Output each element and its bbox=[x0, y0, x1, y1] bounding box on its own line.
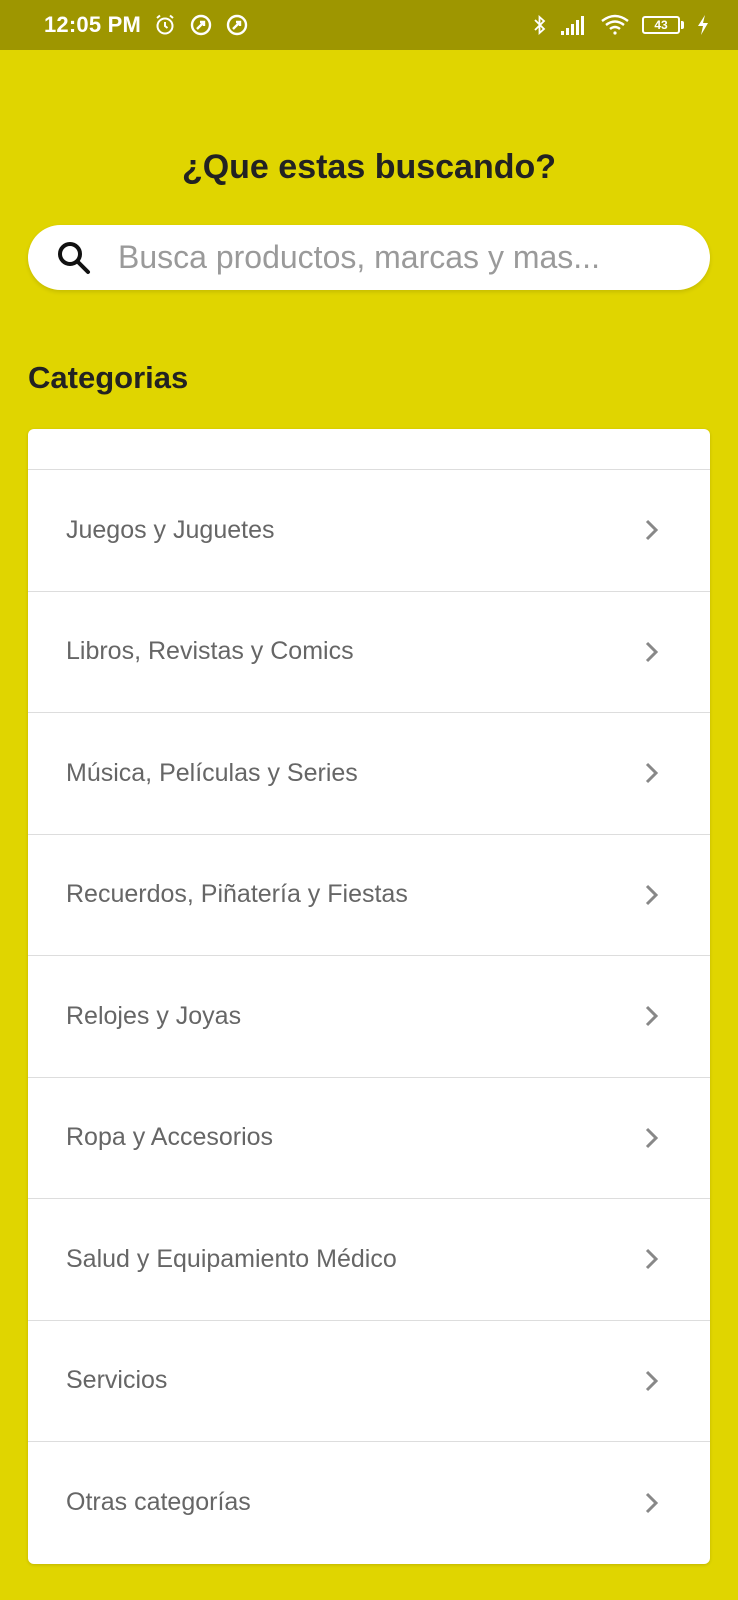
chevron-right-icon bbox=[644, 640, 660, 664]
search-icon[interactable] bbox=[54, 238, 94, 278]
status-right: 43 bbox=[532, 13, 710, 37]
category-item-salud-equipamiento-medico[interactable]: Salud y Equipamiento Médico bbox=[28, 1199, 710, 1321]
category-item-recuerdos-pinateria-fiestas[interactable]: Recuerdos, Piñatería y Fiestas bbox=[28, 835, 710, 956]
signal-icon bbox=[560, 14, 588, 36]
category-item-juegos-y-juguetes[interactable]: Juegos y Juguetes bbox=[28, 470, 710, 592]
battery-icon: 43 bbox=[642, 16, 684, 34]
category-item-relojes-y-joyas[interactable]: Relojes y Joyas bbox=[28, 956, 710, 1078]
categories-title: Categorias bbox=[28, 360, 189, 395]
category-item-ropa-y-accesorios[interactable]: Ropa y Accesorios bbox=[28, 1078, 710, 1199]
status-bar: 12:05 PM 43 bbox=[0, 0, 738, 50]
chevron-right-icon bbox=[644, 1004, 660, 1028]
category-label: Otras categorías bbox=[66, 1488, 251, 1517]
data-saver-icon bbox=[225, 13, 249, 37]
category-label: Servicios bbox=[66, 1366, 168, 1395]
chevron-right-icon bbox=[644, 1369, 660, 1393]
search-input[interactable] bbox=[118, 239, 678, 276]
category-item-libros-revistas-comics[interactable]: Libros, Revistas y Comics bbox=[28, 592, 710, 713]
category-label: Salud y Equipamiento Médico bbox=[66, 1244, 397, 1273]
category-item-musica-peliculas-series[interactable]: Música, Películas y Series bbox=[28, 713, 710, 835]
category-label: Ropa y Accesorios bbox=[66, 1123, 274, 1152]
categories-list: Juegos y Juguetes Libros, Revistas y Com… bbox=[28, 429, 710, 1564]
category-item-otras-categorias[interactable]: Otras categorías bbox=[28, 1442, 710, 1564]
chevron-right-icon bbox=[644, 1126, 660, 1150]
wifi-icon bbox=[600, 14, 630, 36]
search-bar[interactable] bbox=[28, 225, 710, 290]
category-label: Música, Películas y Series bbox=[66, 758, 358, 787]
category-label: Recuerdos, Piñatería y Fiestas bbox=[66, 880, 408, 909]
status-left: 12:05 PM bbox=[44, 12, 249, 38]
page-title: ¿Que estas buscando? bbox=[181, 148, 557, 186]
status-time: 12:05 PM bbox=[44, 12, 141, 37]
chevron-right-icon bbox=[644, 761, 660, 785]
battery-cap bbox=[681, 21, 684, 29]
category-label: Libros, Revistas y Comics bbox=[66, 637, 354, 666]
bluetooth-icon bbox=[532, 13, 548, 37]
chevron-right-icon bbox=[644, 518, 660, 542]
charging-icon bbox=[696, 14, 710, 36]
battery-body: 43 bbox=[642, 16, 680, 34]
list-top-spacer bbox=[28, 429, 710, 470]
alarm-icon bbox=[153, 13, 177, 37]
battery-level: 43 bbox=[654, 18, 668, 32]
category-item-servicios[interactable]: Servicios bbox=[28, 1321, 710, 1442]
data-saver-icon bbox=[189, 13, 213, 37]
category-label: Juegos y Juguetes bbox=[66, 515, 275, 544]
chevron-right-icon bbox=[644, 883, 660, 907]
chevron-right-icon bbox=[644, 1247, 660, 1271]
chevron-right-icon bbox=[644, 1491, 660, 1515]
category-label: Relojes y Joyas bbox=[66, 1001, 242, 1030]
